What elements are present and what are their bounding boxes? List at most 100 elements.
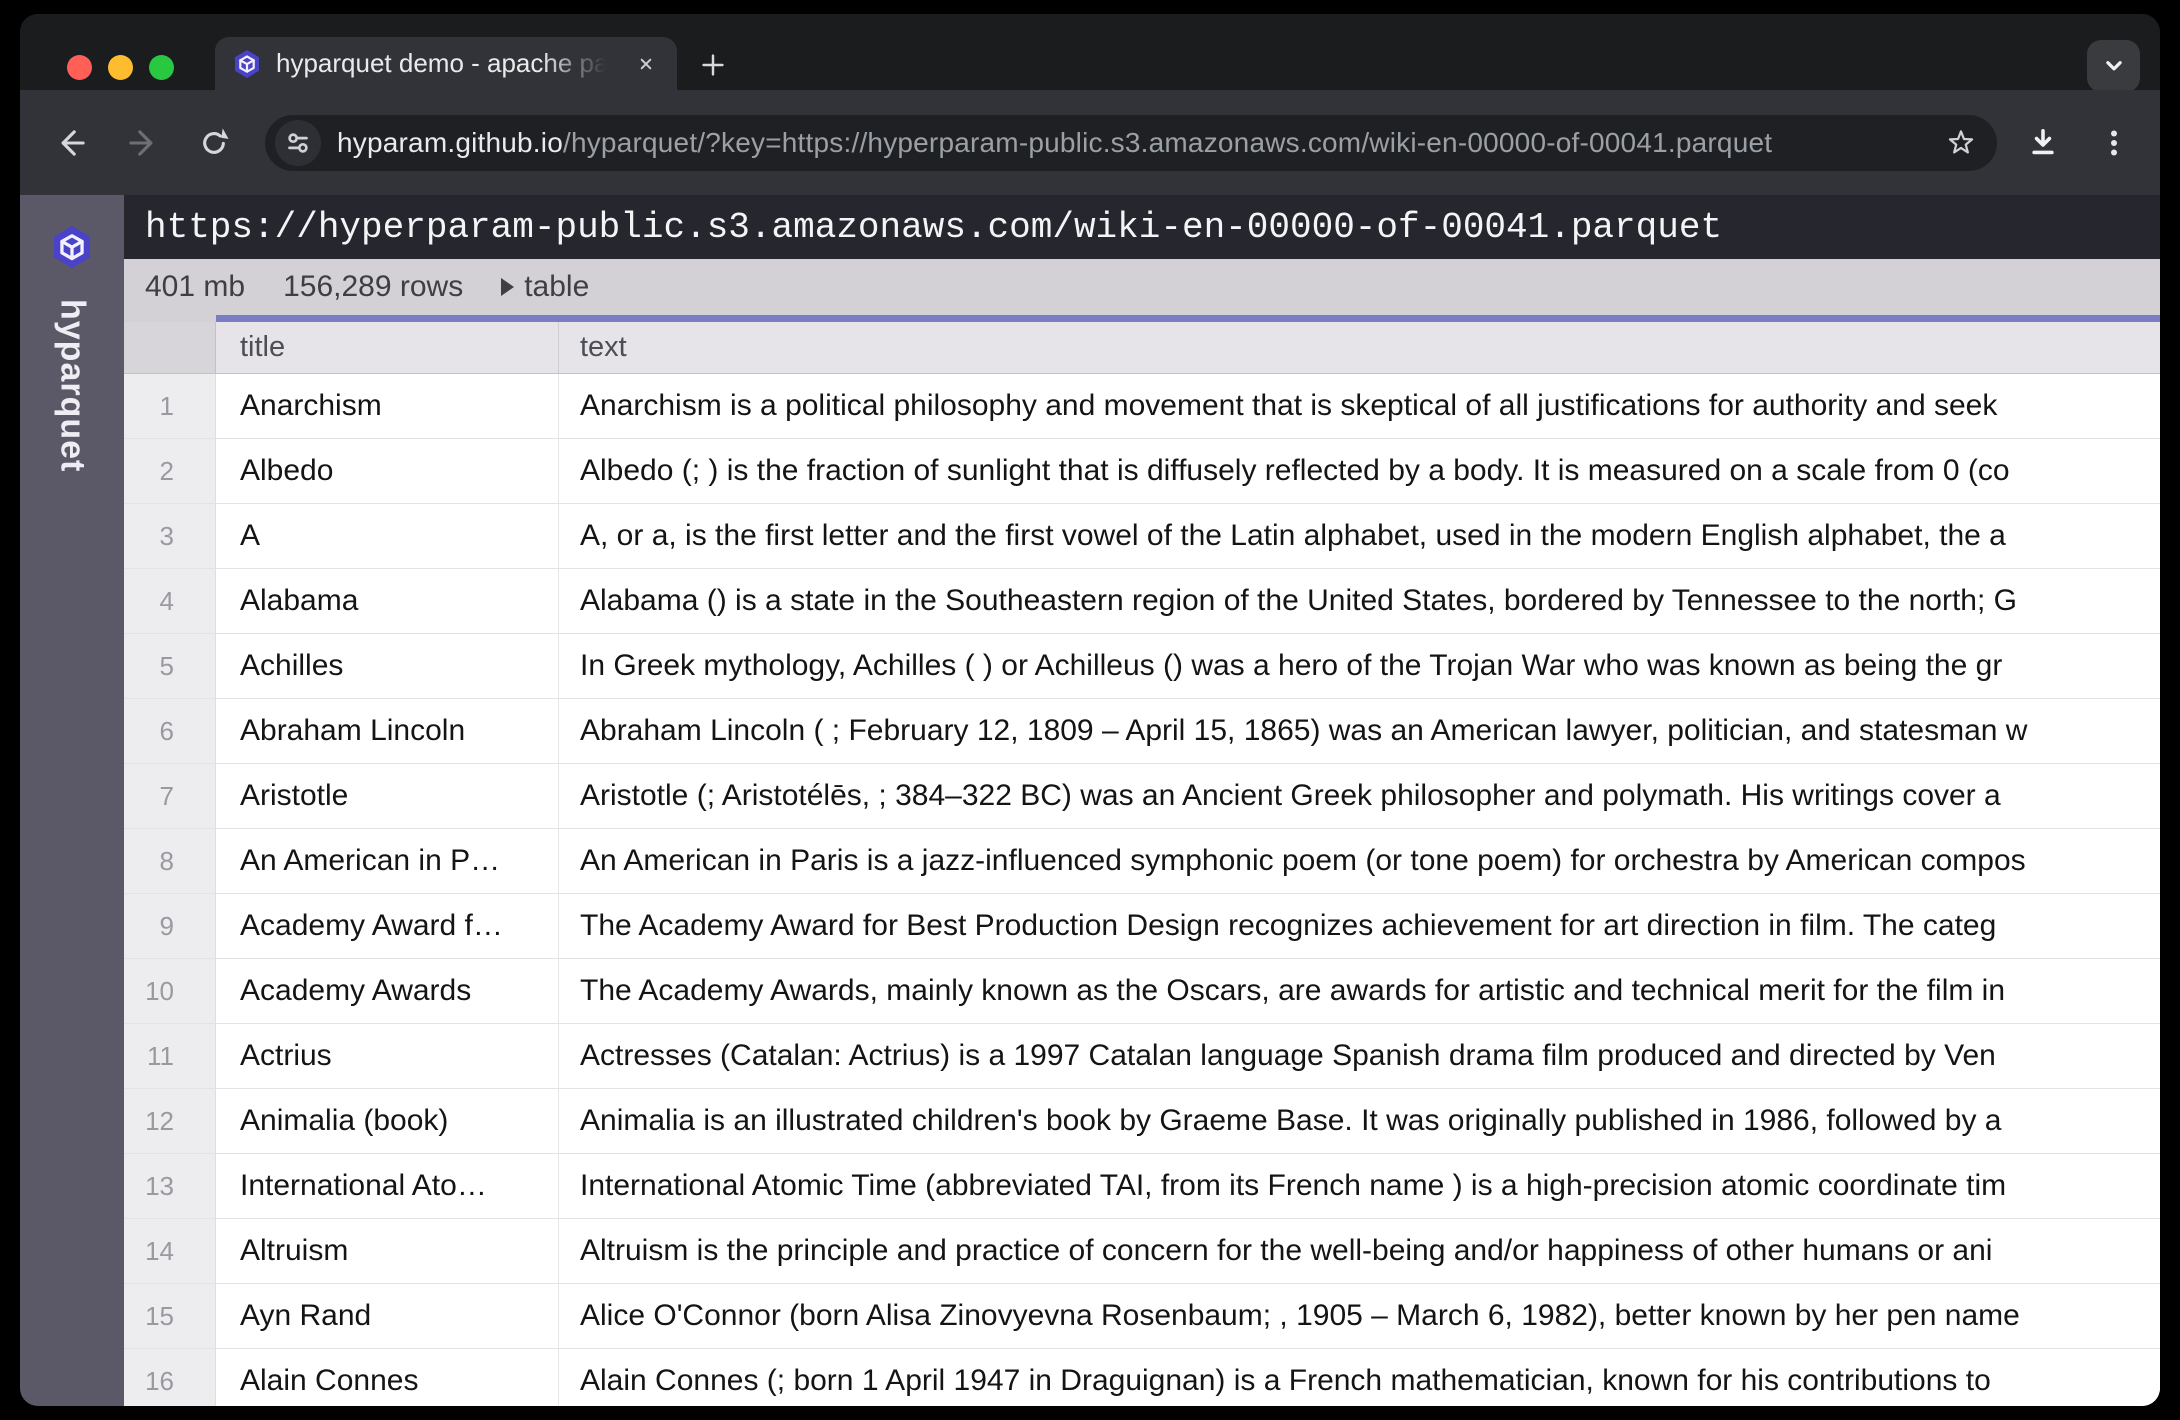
cell-text[interactable]: Alabama () is a state in the Southeaster… — [559, 569, 2160, 633]
table-row[interactable]: 9 Academy Award f… The Academy Award for… — [124, 894, 2160, 959]
column-header-title[interactable]: title — [216, 322, 559, 373]
cell-text[interactable]: The Academy Award for Best Production De… — [559, 894, 2160, 958]
cell-text[interactable]: Albedo (; ) is the fraction of sunlight … — [559, 439, 2160, 503]
cell-title[interactable]: Alabama — [216, 569, 559, 633]
table-header-row: title text — [124, 322, 2160, 374]
cell-title[interactable]: A — [216, 504, 559, 568]
disclosure-triangle-icon — [501, 278, 514, 296]
cell-title[interactable]: Anarchism — [216, 374, 559, 438]
browser-window: hyparquet demo - apache par — [20, 14, 2160, 1406]
cell-title[interactable]: Albedo — [216, 439, 559, 503]
row-number: 6 — [124, 699, 216, 763]
row-count-label: 156,289 rows — [283, 270, 463, 304]
table-row[interactable]: 14 Altruism Altruism is the principle an… — [124, 1219, 2160, 1284]
cell-text[interactable]: Alain Connes (; born 1 April 1947 in Dra… — [559, 1349, 2160, 1406]
table-row[interactable]: 3 A A, or a, is the first letter and the… — [124, 504, 2160, 569]
table-row[interactable]: 11 Actrius Actresses (Catalan: Actrius) … — [124, 1024, 2160, 1089]
table-view-label: table — [524, 270, 589, 304]
file-url-header[interactable]: https://hyperparam-public.s3.amazonaws.c… — [124, 195, 2160, 259]
row-number: 3 — [124, 504, 216, 568]
table-row[interactable]: 6 Abraham Lincoln Abraham Lincoln ( ; Fe… — [124, 699, 2160, 764]
star-icon — [1942, 124, 1980, 162]
table-row[interactable]: 12 Animalia (book) Animalia is an illust… — [124, 1089, 2160, 1154]
meta-bar: 401 mb 156,289 rows table — [124, 259, 2160, 315]
tune-icon — [281, 126, 315, 160]
reload-icon — [194, 123, 234, 163]
column-header-text[interactable]: text — [559, 322, 2160, 373]
cell-text[interactable]: Animalia is an illustrated children's bo… — [559, 1089, 2160, 1153]
cell-text[interactable]: In Greek mythology, Achilles ( ) or Achi… — [559, 634, 2160, 698]
row-number: 13 — [124, 1154, 216, 1218]
forward-arrow-icon — [122, 123, 162, 163]
table-row[interactable]: 7 Aristotle Aristotle (; Aristotélēs, ; … — [124, 764, 2160, 829]
table-row[interactable]: 16 Alain Connes Alain Connes (; born 1 A… — [124, 1349, 2160, 1406]
cell-title[interactable]: International Ato… — [216, 1154, 559, 1218]
browser-tab[interactable]: hyparquet demo - apache par — [215, 37, 677, 90]
row-number: 8 — [124, 829, 216, 893]
table-row[interactable]: 5 Achilles In Greek mythology, Achilles … — [124, 634, 2160, 699]
row-number: 5 — [124, 634, 216, 698]
table-row[interactable]: 2 Albedo Albedo (; ) is the fraction of … — [124, 439, 2160, 504]
back-button[interactable] — [52, 123, 92, 163]
omnibox[interactable]: hyparam.github.io/hyparquet/?key=https:/… — [265, 115, 1997, 171]
cell-text[interactable]: Anarchism is a political philosophy and … — [559, 374, 2160, 438]
cell-title[interactable]: Alain Connes — [216, 1349, 559, 1406]
zoom-window-button[interactable] — [149, 55, 174, 80]
cell-title[interactable]: Academy Award f… — [216, 894, 559, 958]
row-number: 4 — [124, 569, 216, 633]
cell-text[interactable]: A, or a, is the first letter and the fir… — [559, 504, 2160, 568]
cell-text[interactable]: The Academy Awards, mainly known as the … — [559, 959, 2160, 1023]
table-row[interactable]: 4 Alabama Alabama () is a state in the S… — [124, 569, 2160, 634]
table-row[interactable]: 10 Academy Awards The Academy Awards, ma… — [124, 959, 2160, 1024]
table-row[interactable]: 15 Ayn Rand Alice O'Connor (born Alisa Z… — [124, 1284, 2160, 1349]
progress-gutter — [124, 315, 216, 322]
cell-title[interactable]: Achilles — [216, 634, 559, 698]
cell-title[interactable]: Animalia (book) — [216, 1089, 559, 1153]
cell-text[interactable]: Actresses (Catalan: Actrius) is a 1997 C… — [559, 1024, 2160, 1088]
hyperparam-logo-icon[interactable] — [48, 223, 96, 271]
cell-text[interactable]: Aristotle (; Aristotélēs, ; 384–322 BC) … — [559, 764, 2160, 828]
app-content: hyparquet https://hyperparam-public.s3.a… — [20, 195, 2160, 1406]
new-tab-button[interactable] — [686, 38, 740, 92]
kebab-menu-icon — [2094, 123, 2134, 163]
cell-title[interactable]: Altruism — [216, 1219, 559, 1283]
cell-text[interactable]: International Atomic Time (abbreviated T… — [559, 1154, 2160, 1218]
table-row[interactable]: 8 An American in P… An American in Paris… — [124, 829, 2160, 894]
cell-title[interactable]: Ayn Rand — [216, 1284, 559, 1348]
downloads-button[interactable] — [2023, 123, 2063, 163]
row-number: 7 — [124, 764, 216, 828]
cell-text[interactable]: Abraham Lincoln ( ; February 12, 1809 – … — [559, 699, 2160, 763]
table-disclosure-toggle[interactable]: table — [501, 270, 589, 304]
hyparquet-sidebar: hyparquet — [20, 195, 124, 1406]
row-number: 12 — [124, 1089, 216, 1153]
forward-button[interactable] — [122, 123, 162, 163]
tab-strip: hyparquet demo - apache par — [20, 14, 2160, 90]
cell-title[interactable]: Actrius — [216, 1024, 559, 1088]
cell-text[interactable]: An American in Paris is a jazz-influence… — [559, 829, 2160, 893]
browser-toolbar: hyparam.github.io/hyparquet/?key=https:/… — [20, 90, 2160, 195]
tab-search-button[interactable] — [2087, 40, 2140, 92]
load-progress-bar — [124, 315, 2160, 322]
brand-vertical-text: hyparquet — [53, 299, 92, 472]
row-number: 2 — [124, 439, 216, 503]
cell-text[interactable]: Altruism is the principle and practice o… — [559, 1219, 2160, 1283]
main-panel: https://hyperparam-public.s3.amazonaws.c… — [124, 195, 2160, 1406]
cell-title[interactable]: Abraham Lincoln — [216, 699, 559, 763]
close-window-button[interactable] — [67, 55, 92, 80]
reload-button[interactable] — [194, 123, 234, 163]
browser-menu-button[interactable] — [2094, 123, 2134, 163]
url-text[interactable]: hyparam.github.io/hyparquet/?key=https:/… — [337, 127, 1941, 159]
cell-title[interactable]: Aristotle — [216, 764, 559, 828]
table-row[interactable]: 1 Anarchism Anarchism is a political phi… — [124, 374, 2160, 439]
table-body[interactable]: 1 Anarchism Anarchism is a political phi… — [124, 374, 2160, 1406]
cell-title[interactable]: Academy Awards — [216, 959, 559, 1023]
cell-title[interactable]: An American in P… — [216, 829, 559, 893]
cell-text[interactable]: Alice O'Connor (born Alisa Zinovyevna Ro… — [559, 1284, 2160, 1348]
tab-close-button[interactable] — [629, 47, 663, 81]
site-info-button[interactable] — [275, 120, 321, 166]
bookmark-button[interactable] — [1941, 123, 1981, 163]
minimize-window-button[interactable] — [108, 55, 133, 80]
close-icon — [633, 51, 659, 77]
file-size-label: 401 mb — [145, 270, 245, 304]
table-row[interactable]: 13 International Ato… International Atom… — [124, 1154, 2160, 1219]
